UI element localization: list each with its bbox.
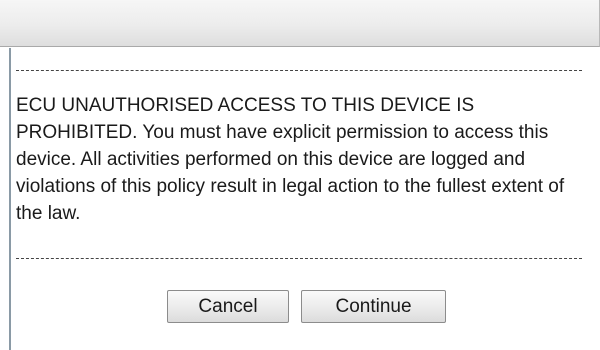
access-warning-dialog: ECU UNAUTHORISED ACCESS TO THIS DEVICE I… bbox=[0, 0, 600, 350]
button-row: Cancel Continue bbox=[167, 290, 446, 323]
top-divider bbox=[16, 70, 582, 71]
bottom-divider bbox=[16, 258, 582, 259]
continue-button[interactable]: Continue bbox=[301, 290, 446, 323]
dialog-titlebar[interactable] bbox=[0, 0, 600, 47]
cancel-button[interactable]: Cancel bbox=[167, 290, 289, 323]
warning-message: ECU UNAUTHORISED ACCESS TO THIS DEVICE I… bbox=[16, 95, 565, 224]
